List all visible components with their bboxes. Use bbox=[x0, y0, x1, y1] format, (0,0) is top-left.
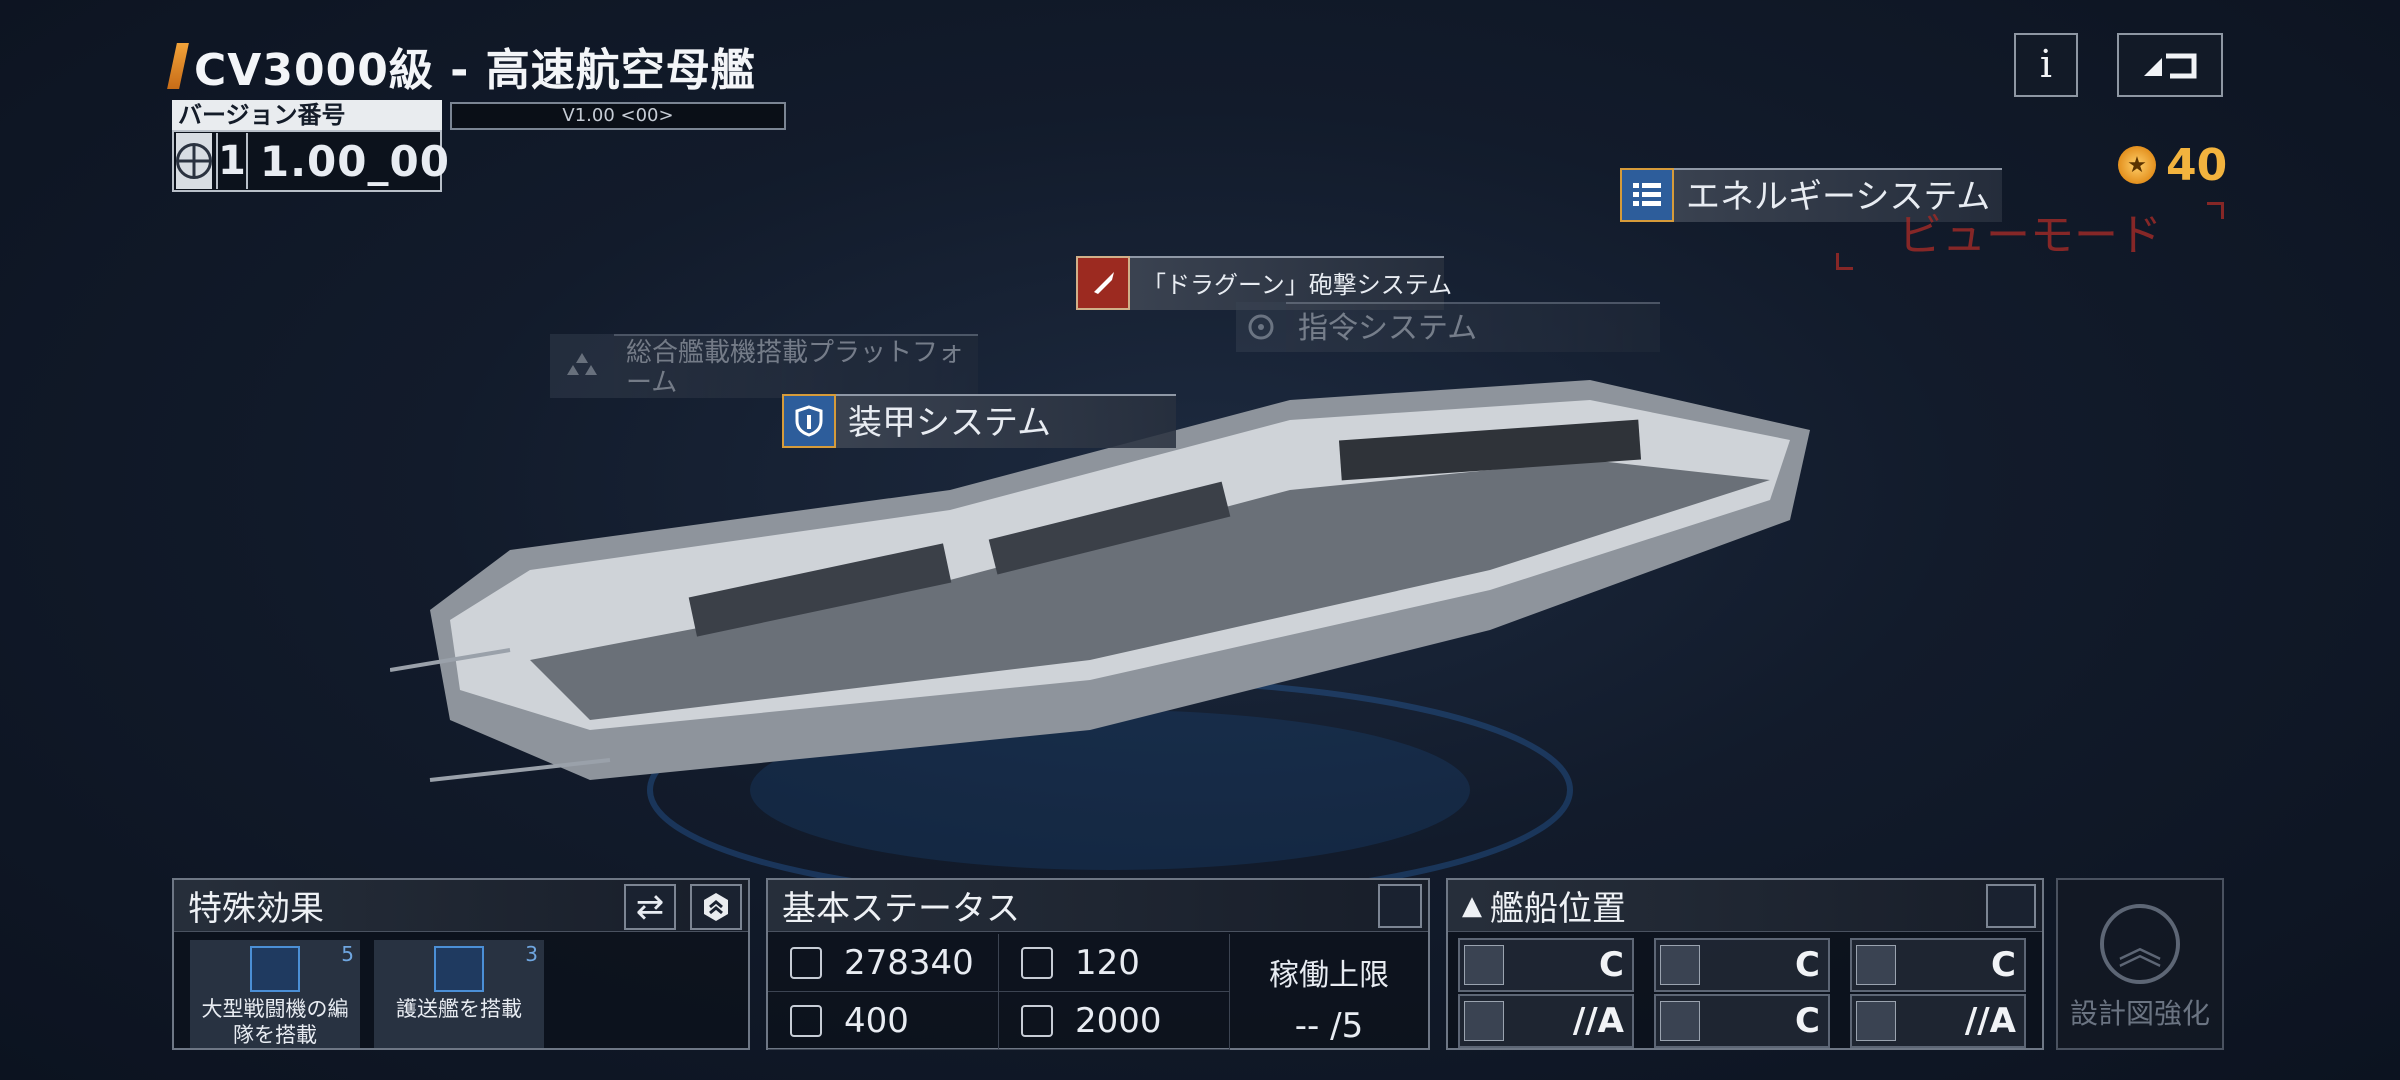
stat-hp-value: 278340 bbox=[844, 942, 974, 983]
version-detail: V1.00 <00> bbox=[450, 102, 786, 130]
position-grade: C bbox=[1599, 945, 1624, 985]
position-slot[interactable]: C bbox=[1850, 938, 2026, 992]
position-pin-icon: ▲ bbox=[1462, 890, 1482, 921]
escort-ship-icon bbox=[434, 946, 484, 992]
stat-speed: 120 bbox=[999, 934, 1230, 992]
operation-limit: 稼働上限 -- /5 bbox=[1230, 934, 1428, 1050]
interceptor-icon bbox=[1856, 945, 1896, 985]
view-mode-label[interactable]: ビューモード bbox=[1836, 202, 2224, 270]
thruster-icon bbox=[1021, 946, 1053, 979]
ship-position-label: 艦船位置 bbox=[1490, 889, 1626, 929]
version-major: 1 bbox=[216, 133, 248, 189]
ship-position-title: ▲ 艦船位置 bbox=[1448, 880, 2042, 932]
strike-icon bbox=[1464, 945, 1504, 985]
callout-label: 総合艦載機搭載プラットフォーム bbox=[614, 334, 978, 398]
position-slot[interactable]: //A bbox=[1458, 994, 1634, 1048]
range-icon bbox=[1021, 1004, 1053, 1037]
upgrade-chevron-icon: ︽ bbox=[2100, 904, 2180, 984]
shield-icon bbox=[782, 394, 836, 448]
points-value: 40 bbox=[2166, 139, 2228, 191]
operation-limit-value: -- /5 bbox=[1294, 1006, 1364, 1046]
stat-range: 2000 bbox=[999, 992, 1230, 1050]
basic-status-title: 基本ステータス bbox=[768, 880, 1428, 932]
operation-limit-label: 稼働上限 bbox=[1269, 958, 1389, 993]
globe-icon bbox=[176, 133, 212, 189]
position-grade: C bbox=[1795, 945, 1820, 985]
callout-armor-system[interactable]: 装甲システム bbox=[782, 394, 1176, 448]
position-slot[interactable]: C bbox=[1458, 938, 1634, 992]
version-minor: 1.00_00 bbox=[259, 136, 450, 186]
version-box: 1 1.00_00 bbox=[172, 130, 449, 192]
title-accent bbox=[167, 43, 189, 89]
stat-attack-value: 400 bbox=[844, 1000, 909, 1041]
crosshair-icon bbox=[1464, 1001, 1504, 1041]
weapon-icon bbox=[790, 1004, 822, 1037]
tag-icon[interactable] bbox=[1986, 884, 2036, 928]
effect-text: 大型戦闘機の編隊を搭載 bbox=[201, 997, 349, 1047]
stat-hp: 278340 bbox=[768, 934, 999, 992]
ship-name: CV3000級 - 高速航空母艦 bbox=[194, 45, 756, 96]
stat-range-value: 2000 bbox=[1075, 1000, 1162, 1041]
shield-icon bbox=[790, 946, 822, 979]
list-icon bbox=[1620, 168, 1674, 222]
position-slot[interactable]: //A bbox=[1850, 994, 2026, 1048]
effect-text: 護送艦を搭載 bbox=[396, 997, 522, 1021]
stat-speed-value: 120 bbox=[1075, 942, 1140, 983]
stat-grid: 278340 120 400 2000 bbox=[768, 934, 1230, 1050]
position-slot[interactable]: C bbox=[1654, 938, 1830, 992]
info-button[interactable]: i bbox=[2014, 33, 2078, 97]
page-title: CV3000級 - 高速航空母艦 bbox=[167, 38, 756, 96]
blueprint-enhance-button[interactable]: ︽ 設計図強化 bbox=[2056, 878, 2224, 1050]
callout-carrier-platform[interactable]: 総合艦載機搭載プラットフォーム bbox=[550, 334, 978, 398]
fighter-squadron-icon bbox=[250, 946, 300, 992]
aircraft-stack-icon bbox=[550, 334, 614, 398]
effect-item[interactable]: 3 護送艦を搭載 bbox=[374, 940, 544, 1048]
effect-item[interactable]: 5 大型戦闘機の編隊を搭載 bbox=[190, 940, 360, 1048]
stat-attack: 400 bbox=[768, 992, 999, 1050]
effect-count: 3 bbox=[525, 942, 538, 966]
position-grade: C bbox=[1795, 1001, 1820, 1041]
special-effects-panel: 特殊効果 ⇄ 5 大型戦闘機の編隊を搭載 3 護送艦を搭載 bbox=[172, 878, 750, 1050]
callout-label: 指令システム bbox=[1286, 302, 1660, 352]
callout-command-system[interactable]: 指令システム bbox=[1236, 302, 1660, 352]
expand-icon[interactable] bbox=[1378, 884, 1422, 928]
blueprint-enhance-label: 設計図強化 bbox=[2069, 997, 2210, 1030]
support-icon bbox=[1856, 1001, 1896, 1041]
callout-label: 装甲システム bbox=[836, 394, 1176, 448]
ship-position-panel: ▲ 艦船位置 C C C //A C //A bbox=[1446, 878, 2044, 1050]
shell-icon bbox=[1076, 256, 1130, 310]
radar-icon bbox=[1236, 302, 1286, 352]
back-icon bbox=[2144, 53, 2197, 79]
star-coin-icon: ★ bbox=[2118, 146, 2156, 184]
shield-icon bbox=[1660, 1001, 1700, 1041]
position-slot[interactable]: C bbox=[1654, 994, 1830, 1048]
position-grade: //A bbox=[1964, 1001, 2016, 1041]
rank-icon[interactable] bbox=[690, 884, 742, 930]
position-grade: C bbox=[1991, 945, 2016, 985]
version-label: バージョン番号 bbox=[172, 100, 442, 130]
assault-icon bbox=[1660, 945, 1700, 985]
position-grade: //A bbox=[1572, 1001, 1624, 1041]
swap-icon[interactable]: ⇄ bbox=[624, 884, 676, 930]
points-display: ★ 40 bbox=[2118, 138, 2227, 192]
back-button[interactable] bbox=[2117, 33, 2223, 97]
effect-count: 5 bbox=[341, 942, 354, 966]
basic-status-panel: 基本ステータス 278340 120 400 2000 稼働上限 -- /5 bbox=[766, 878, 1430, 1050]
